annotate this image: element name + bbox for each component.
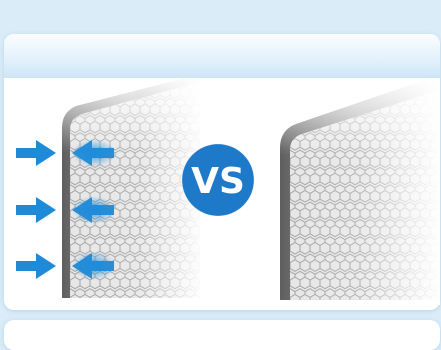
vs-label: VS	[191, 161, 245, 202]
page-background: VS	[0, 0, 441, 350]
arrow-right-icon	[16, 253, 56, 279]
arrow-right-icon	[16, 197, 56, 223]
filter-panel-right	[280, 78, 440, 305]
arrow-right-icon	[16, 140, 56, 166]
vs-badge: VS	[181, 143, 255, 217]
filter-comparison-illustration: VS	[16, 78, 440, 305]
